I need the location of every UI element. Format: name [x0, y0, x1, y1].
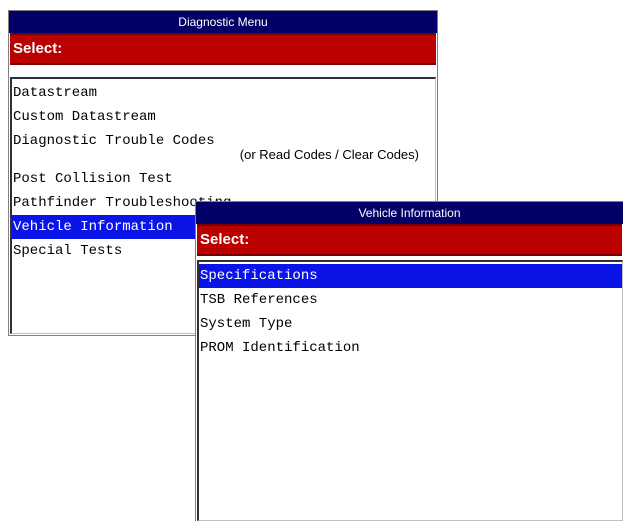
menu-item-label: PROM Identification — [200, 340, 360, 356]
menu-item-label: TSB References — [200, 292, 318, 308]
diagnostic-menu-title: Diagnostic Menu — [9, 11, 437, 33]
menu-item-label: Post Collision Test — [13, 171, 173, 187]
menu-item-label: Vehicle Information — [13, 219, 173, 235]
vehicle-information-list: Specifications TSB References System Typ… — [197, 260, 623, 521]
menu-item-label: Special Tests — [13, 243, 123, 259]
menu-item-custom-datastream[interactable]: Custom Datastream — [12, 105, 435, 129]
vehicle-information-select-header: Select: — [197, 224, 622, 256]
menu-item-post-collision-test[interactable]: Post Collision Test — [12, 167, 435, 191]
menu-item-label: Specifications — [200, 268, 318, 284]
menu-item-tsb-references[interactable]: TSB References — [199, 288, 622, 312]
menu-item-system-type[interactable]: System Type — [199, 312, 622, 336]
menu-item-sublabel: (or Read Codes / Clear Codes) — [239, 147, 419, 162]
vehicle-information-title: Vehicle Information — [196, 202, 623, 224]
diagnostic-menu-select-header: Select: — [10, 33, 436, 65]
menu-item-label: Diagnostic Trouble Codes — [13, 133, 215, 149]
menu-item-diagnostic-trouble-codes[interactable]: Diagnostic Trouble Codes (or Read Codes … — [12, 129, 435, 167]
menu-item-prom-identification[interactable]: PROM Identification — [199, 336, 622, 360]
menu-item-specifications[interactable]: Specifications — [199, 264, 622, 288]
menu-item-label: Datastream — [13, 85, 98, 101]
vehicle-information-window: Vehicle Information Select: Specificatio… — [195, 201, 623, 521]
menu-item-datastream[interactable]: Datastream — [12, 81, 435, 105]
menu-item-label: Custom Datastream — [13, 109, 156, 125]
menu-item-label: System Type — [200, 316, 293, 332]
